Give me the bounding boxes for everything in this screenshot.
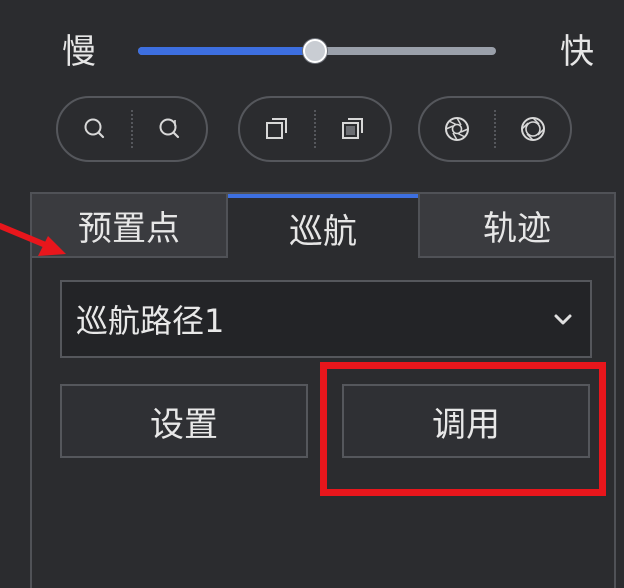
speed-slow-label: 慢 [62,32,96,72]
focus-far-button[interactable] [316,98,390,160]
speed-slider-fill [138,47,316,55]
ptz-control-panel: 慢 快 预置点 巡航 轨迹 巡航路径1 设置 调用 [0,0,624,588]
zoom-in-icon [84,118,104,139]
tab-track[interactable]: 轨迹 [418,194,614,258]
cruise-path-value: 巡航路径1 [76,302,225,340]
annotation-highlight-box [320,362,606,496]
focus-near-icon [266,118,287,139]
focus-control-group [238,96,392,162]
iris-control-group [418,96,572,162]
speed-fast-label: 快 [560,32,594,72]
set-button[interactable]: 设置 [60,384,308,458]
focus-far-icon [342,118,363,139]
speed-slider[interactable] [138,39,496,63]
iris-open-button[interactable] [420,98,494,160]
cruise-path-select[interactable]: 巡航路径1 [60,280,592,358]
iris-close-icon [521,117,545,141]
zoom-out-icon [159,118,179,139]
zoom-in-button[interactable] [58,98,131,160]
zoom-out-button[interactable] [133,98,206,160]
iris-close-button[interactable] [496,98,570,160]
chevron-down-icon [554,314,572,325]
zoom-control-group [56,96,208,162]
tab-cruise[interactable]: 巡航 [228,194,418,258]
tab-bar: 预置点 巡航 轨迹 [32,194,614,258]
annotation-arrow-icon [0,223,66,256]
focus-near-button[interactable] [240,98,314,160]
speed-slider-thumb[interactable] [303,39,328,63]
iris-open-icon [445,117,469,141]
